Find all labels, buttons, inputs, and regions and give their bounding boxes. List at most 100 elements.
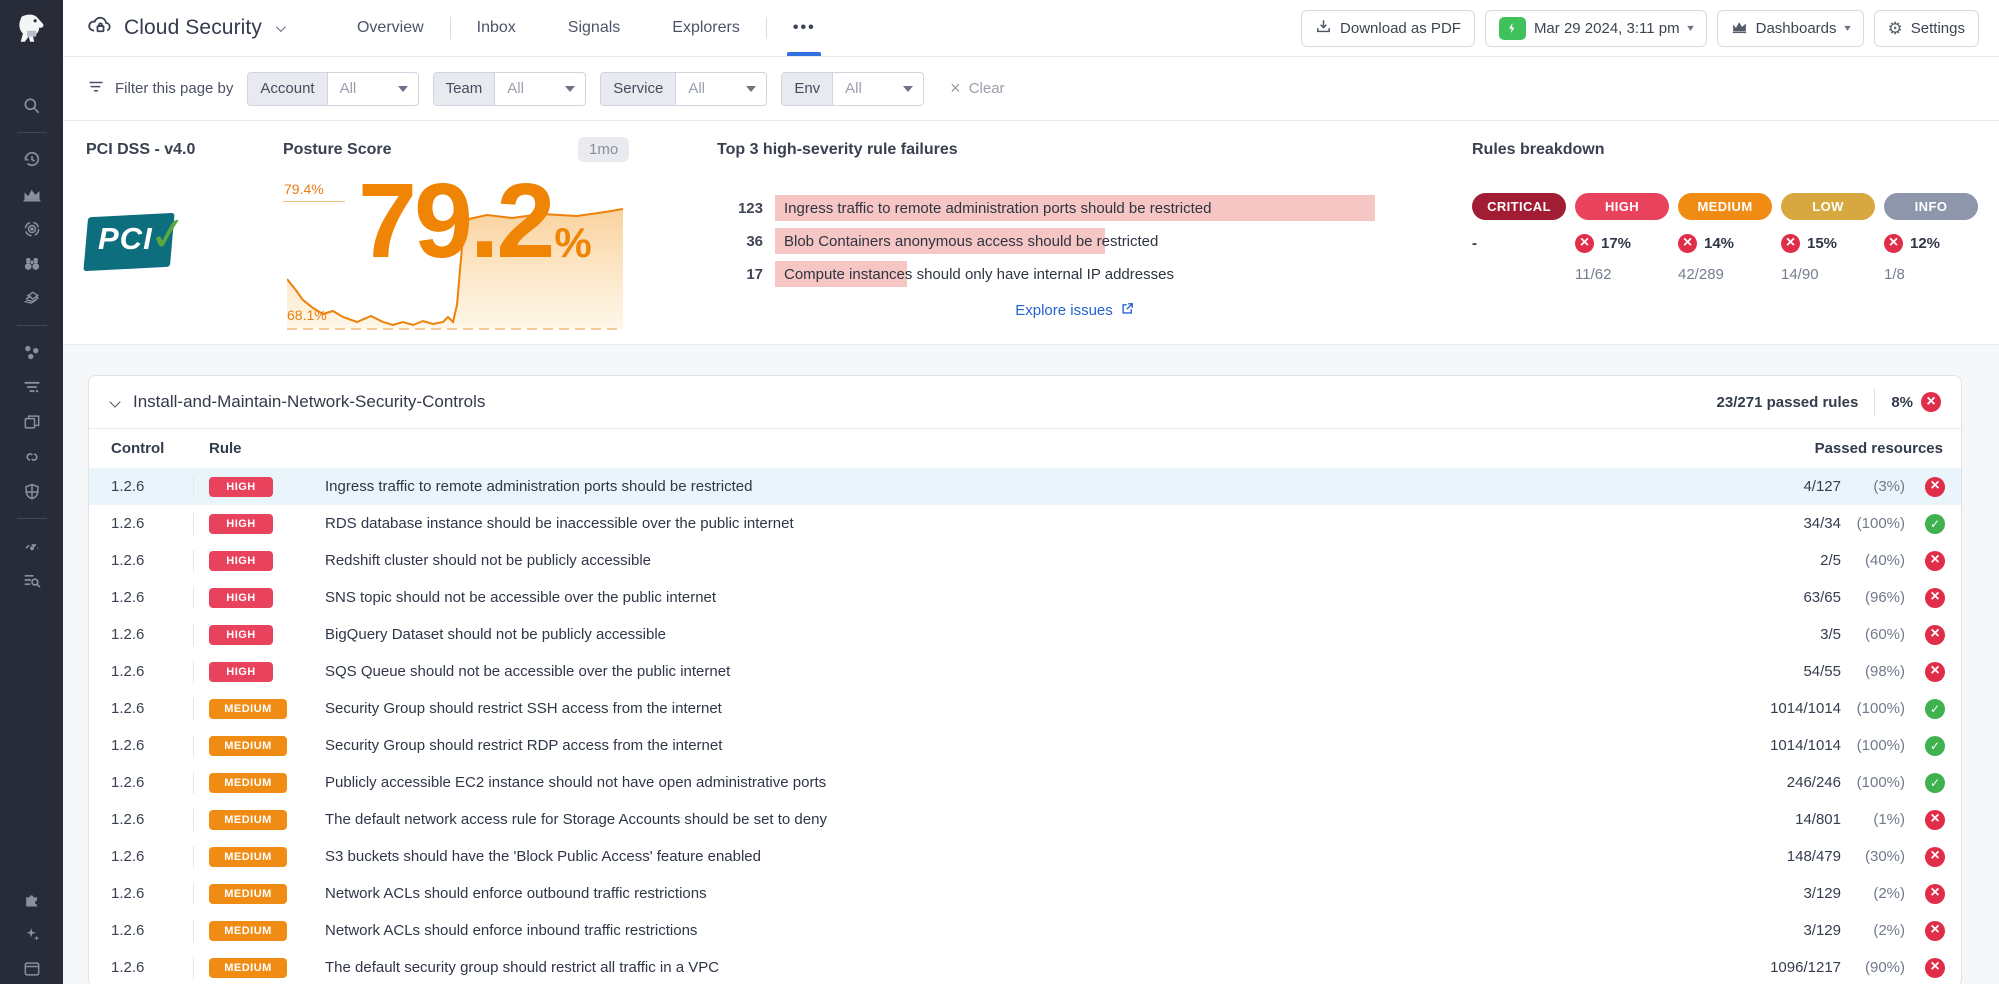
metrics-area-chart-icon[interactable] [21, 183, 43, 205]
status-icon [1925, 514, 1945, 534]
column-divider [193, 661, 194, 683]
datadog-logo-icon[interactable] [0, 0, 63, 57]
gear-icon: ⚙ [1888, 20, 1903, 37]
filter-pill[interactable]: Account All [247, 72, 418, 106]
table-row[interactable]: 1.2.6 MEDIUM Network ACLs should enforce… [89, 875, 1961, 912]
failure-bar-row[interactable]: 17 Compute instances should only have in… [717, 261, 1397, 287]
dashboards-button[interactable]: Dashboards ▾ [1717, 10, 1864, 47]
rule-text: Network ACLs should enforce outbound tra… [321, 885, 1723, 902]
control-id: 1.2.6 [111, 774, 193, 791]
column-divider [193, 550, 194, 572]
status-icon [1925, 884, 1945, 904]
severity-chip[interactable]: MEDIUM [1678, 193, 1772, 220]
chain-link-icon[interactable] [21, 446, 43, 468]
table-row[interactable]: 1.2.6 MEDIUM Network ACLs should enforce… [89, 912, 1961, 949]
passed-percent: (2%) [1841, 922, 1905, 939]
explore-issues-link[interactable]: Explore issues [1015, 301, 1135, 320]
window-frame-icon[interactable] [21, 958, 43, 980]
rules-table-body: 1.2.6 HIGH Ingress traffic to remote adm… [89, 468, 1961, 984]
table-row[interactable]: 1.2.6 HIGH SQS Queue should not be acces… [89, 653, 1961, 690]
divider [17, 325, 47, 326]
failure-count: 17 [717, 266, 763, 283]
gauge-icon[interactable] [21, 534, 43, 556]
passed-percent: (1%) [1841, 811, 1905, 828]
table-row[interactable]: 1.2.6 MEDIUM Security Group should restr… [89, 727, 1961, 764]
severity-chip[interactable]: INFO [1884, 193, 1978, 220]
severity-chip[interactable]: CRITICAL [1472, 193, 1566, 220]
control-id: 1.2.6 [111, 959, 193, 976]
table-row[interactable]: 1.2.6 MEDIUM Publicly accessible EC2 ins… [89, 764, 1961, 801]
passed-fraction: 14/801 [1723, 811, 1841, 828]
control-id: 1.2.6 [111, 700, 193, 717]
passed-fraction: 3/129 [1723, 885, 1841, 902]
tab-explorers[interactable]: Explorers [646, 0, 766, 56]
filter-pill[interactable]: Env All [781, 72, 924, 106]
filter-lines-icon[interactable] [21, 376, 43, 398]
severity-badge: HIGH [209, 514, 273, 534]
settings-button[interactable]: ⚙ Settings [1874, 10, 1979, 47]
table-row[interactable]: 1.2.6 HIGH Redshift cluster should not b… [89, 542, 1961, 579]
table-row[interactable]: 1.2.6 HIGH RDS database instance should … [89, 505, 1961, 542]
column-divider [193, 513, 194, 535]
trend-max-label: 79.4% [284, 181, 324, 197]
status-icon [1925, 810, 1945, 830]
filter-pill[interactable]: Team All [433, 72, 587, 106]
product-switcher[interactable]: Cloud Security [87, 12, 283, 44]
close-icon: × [950, 78, 961, 99]
time-range-button[interactable]: Mar 29 2024, 3:11 pm ▾ [1485, 10, 1707, 47]
table-row[interactable]: 1.2.6 MEDIUM The default security group … [89, 949, 1961, 984]
search-icon[interactable] [21, 95, 43, 117]
severity-badge: MEDIUM [209, 921, 287, 941]
table-row[interactable]: 1.2.6 HIGH BigQuery Dataset should not b… [89, 616, 1961, 653]
fail-icon [1884, 234, 1903, 253]
column-divider [193, 772, 194, 794]
shield-icon[interactable] [21, 481, 43, 503]
status-icon [1925, 958, 1945, 978]
table-row[interactable]: 1.2.6 HIGH Ingress traffic to remote adm… [89, 468, 1961, 505]
download-pdf-button[interactable]: Download as PDF [1301, 10, 1475, 47]
puzzle-piece-icon[interactable] [21, 888, 43, 910]
tab-inbox[interactable]: Inbox [451, 0, 542, 56]
severity-chip[interactable]: LOW [1781, 193, 1875, 220]
rule-text: The default network access rule for Stor… [321, 811, 1723, 828]
tab-overview[interactable]: Overview [331, 0, 450, 56]
failure-bar-row[interactable]: 36 Blob Containers anonymous access shou… [717, 228, 1397, 254]
passed-fraction: 4/127 [1723, 478, 1841, 495]
layers-icon[interactable] [21, 288, 43, 310]
passed-percent: (2%) [1841, 885, 1905, 902]
top-failures-block: Top 3 high-severity rule failures 123 In… [717, 141, 1397, 320]
rule-text: RDS database instance should be inaccess… [321, 515, 1723, 532]
caret-down-icon [746, 73, 766, 105]
table-row[interactable]: 1.2.6 MEDIUM The default network access … [89, 801, 1961, 838]
table-row[interactable]: 1.2.6 MEDIUM S3 buckets should have the … [89, 838, 1961, 875]
table-row[interactable]: 1.2.6 HIGH SNS topic should not be acces… [89, 579, 1961, 616]
collapse-chevron-icon[interactable] [109, 396, 120, 407]
rule-text: The default security group should restri… [321, 959, 1723, 976]
radar-target-icon[interactable] [21, 218, 43, 240]
tab-signals[interactable]: Signals [542, 0, 646, 56]
table-row[interactable]: 1.2.6 MEDIUM Security Group should restr… [89, 690, 1961, 727]
list-search-icon[interactable] [21, 569, 43, 591]
main-area: Cloud Security Overview Inbox Signals Ex… [63, 0, 1999, 984]
tab-more[interactable]: ••• [767, 0, 842, 56]
severity-badge: MEDIUM [209, 847, 287, 867]
passed-percent: (100%) [1841, 737, 1905, 754]
sparkles-icon[interactable] [21, 923, 43, 945]
divider [17, 132, 47, 133]
failure-bar-row[interactable]: 123 Ingress traffic to remote administra… [717, 195, 1397, 221]
live-bolt-icon [1499, 17, 1526, 40]
overlapping-windows-icon[interactable] [21, 411, 43, 433]
hexagon-cluster-icon[interactable] [21, 341, 43, 363]
binoculars-icon[interactable] [21, 253, 43, 275]
filter-pill[interactable]: Service All [600, 72, 767, 106]
control-id: 1.2.6 [111, 737, 193, 754]
history-clock-icon[interactable] [21, 148, 43, 170]
column-divider [193, 735, 194, 757]
passed-percent: (90%) [1841, 959, 1905, 976]
control-id: 1.2.6 [111, 885, 193, 902]
time-range-value: Mar 29 2024, 3:11 pm [1534, 20, 1680, 37]
severity-chip[interactable]: HIGH [1575, 193, 1669, 220]
clear-filters-button[interactable]: × Clear [950, 78, 1004, 99]
col-header-rule: Rule [209, 440, 1723, 457]
passed-percent: (60%) [1841, 626, 1905, 643]
